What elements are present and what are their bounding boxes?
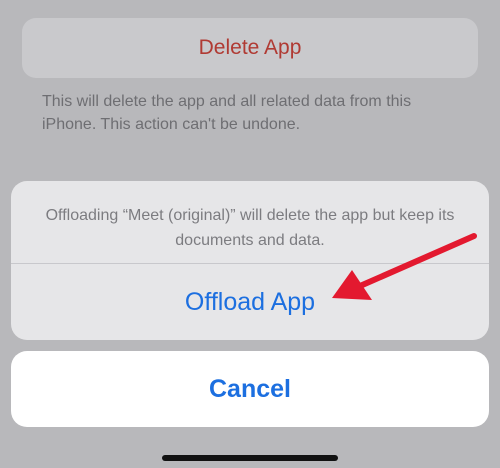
home-indicator (162, 455, 338, 461)
offload-app-button[interactable]: Offload App (11, 264, 489, 340)
action-sheet: Offloading “Meet (original)” will delete… (11, 181, 489, 340)
cancel-button[interactable]: Cancel (11, 351, 489, 427)
delete-app-label: Delete App (198, 36, 302, 59)
delete-app-button[interactable]: Delete App (22, 18, 478, 78)
delete-app-note: This will delete the app and all related… (42, 93, 412, 133)
offload-message: Offloading “Meet (original)” will delete… (45, 207, 455, 249)
